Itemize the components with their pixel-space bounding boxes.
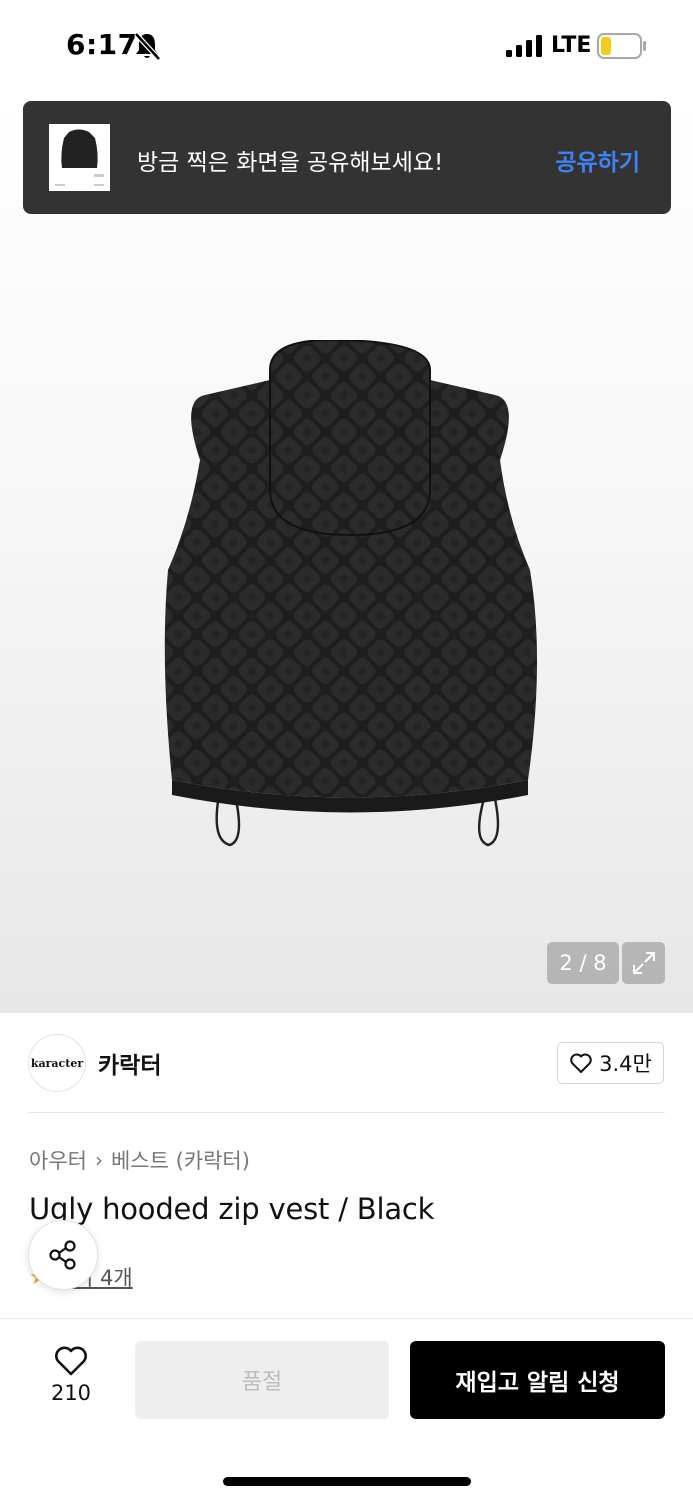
expand-icon: [632, 952, 655, 974]
share-button[interactable]: [28, 1220, 98, 1290]
product-like-count: 210: [50, 1381, 92, 1405]
share-icon: [49, 1240, 76, 1270]
breadcrumb: 아우터 › 베스트 (카락터): [29, 1145, 250, 1175]
home-indicator: [223, 1477, 471, 1486]
battery-low-icon: [597, 33, 646, 59]
bell-slash-icon: [134, 32, 161, 61]
product-image: [164, 340, 538, 847]
image-counter: 2 / 8: [547, 942, 619, 984]
bottom-action-bar: 210 품절 재입고 알림 신청: [0, 1318, 693, 1500]
vest-thumbnail-image: [49, 124, 110, 191]
restock-alert-button[interactable]: 재입고 알림 신청: [410, 1341, 665, 1419]
brand-name[interactable]: 카락터: [98, 1046, 161, 1080]
heart-outline-icon: [570, 1053, 592, 1073]
divider: [28, 1112, 665, 1113]
breadcrumb-item-outer[interactable]: 아우터: [29, 1145, 87, 1175]
brand-row[interactable]: karacter 카락터 3.4만: [0, 1013, 693, 1113]
status-time: 6:17: [66, 28, 138, 61]
signal-icon: [506, 35, 542, 57]
toast-message: 방금 찍은 화면을 공유해보세요!: [137, 150, 444, 176]
share-screenshot-toast: 방금 찍은 화면을 공유해보세요! 공유하기: [23, 101, 671, 214]
heart-outline-icon: [55, 1346, 87, 1376]
network-label: LTE: [551, 33, 592, 58]
breadcrumb-item-vest[interactable]: 베스트 (카락터): [111, 1145, 250, 1175]
chevron-right-icon: ›: [94, 1148, 103, 1172]
screenshot-thumbnail[interactable]: [49, 124, 110, 191]
expand-button[interactable]: [622, 942, 665, 984]
brand-like-count: 3.4만: [599, 1052, 652, 1076]
status-bar: 6:17 LTE: [0, 0, 693, 95]
soldout-button: 품절: [135, 1341, 389, 1419]
share-action-button[interactable]: 공유하기: [555, 143, 640, 177]
product-title: Ugly hooded zip vest / Black: [29, 1192, 435, 1226]
product-like-button[interactable]: 210: [36, 1345, 106, 1415]
product-image-gallery[interactable]: 2 / 8: [0, 95, 693, 1013]
brand-like-button[interactable]: 3.4만: [557, 1042, 664, 1084]
brand-logo[interactable]: karacter: [28, 1034, 86, 1092]
